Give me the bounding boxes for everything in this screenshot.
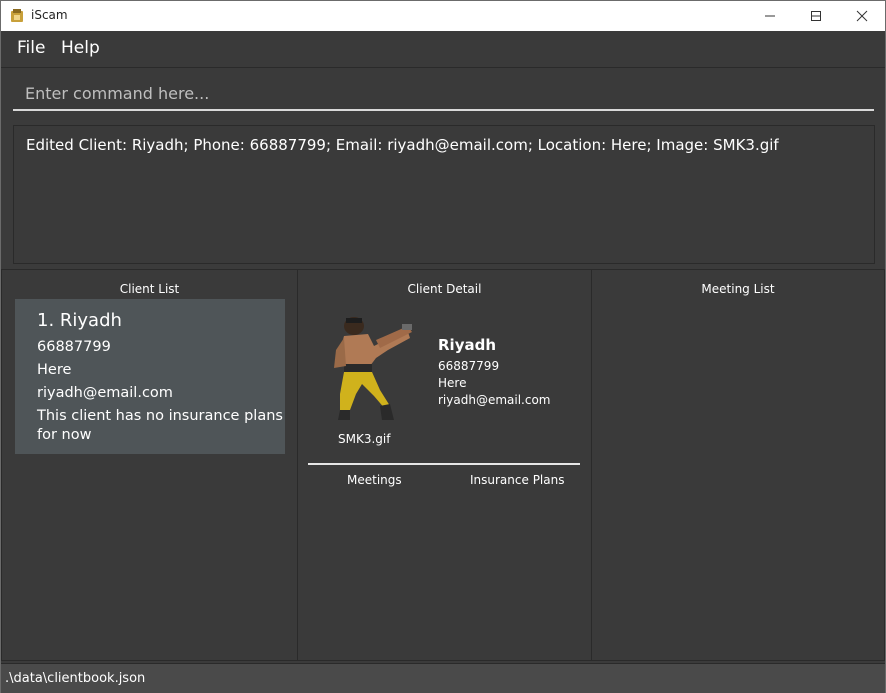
title-bar[interactable]: iScam [1, 1, 885, 31]
result-display: Edited Client: Riyadh; Phone: 66887799; … [13, 125, 875, 264]
command-area [1, 68, 885, 120]
menu-file[interactable]: File [17, 38, 45, 58]
client-list-title: Client List [119, 282, 180, 296]
close-icon [856, 10, 868, 22]
tab-insurance-plans[interactable]: Insurance Plans [470, 473, 564, 487]
menu-bar: File Help [1, 31, 885, 68]
window-title: iScam [31, 8, 68, 22]
client-detail-location: Here [438, 376, 467, 390]
close-button[interactable] [839, 1, 885, 31]
client-card-location: Here [37, 362, 72, 378]
detail-divider [308, 463, 580, 465]
client-card-plans: This client has no insurance plans [37, 408, 283, 424]
client-detail-email: riyadh@email.com [438, 393, 551, 407]
client-list-panel: Client List 1. Riyadh 66887799 Here riya… [1, 269, 298, 661]
client-detail-title: Client Detail [407, 282, 482, 296]
result-message: Edited Client: Riyadh; Phone: 66887799; … [26, 136, 779, 154]
client-card-plans-cont: for now [37, 427, 92, 443]
client-card-email: riyadh@email.com [37, 385, 173, 401]
app-window: iScam File Help Edited Client: Riyadh; P… [0, 0, 886, 693]
client-detail-name: Riyadh [438, 336, 497, 354]
client-detail-panel: Client Detail SMK3.gif Riyadh 66887799 H… [297, 269, 592, 661]
command-input[interactable] [13, 77, 874, 111]
meeting-list-title: Meeting List [701, 282, 775, 296]
status-bar: .\data\clientbook.json [1, 663, 885, 693]
panels: Client List 1. Riyadh 66887799 Here riya… [1, 269, 885, 661]
client-avatar-image [334, 317, 412, 420]
client-card-name: 1. Riyadh [37, 310, 122, 331]
status-file-path: .\data\clientbook.json [5, 671, 146, 686]
client-card[interactable]: 1. Riyadh 66887799 Here riyadh@email.com… [15, 299, 285, 454]
tab-meetings[interactable]: Meetings [347, 473, 402, 487]
minimize-button-area[interactable] [747, 1, 793, 31]
menu-help[interactable]: Help [61, 38, 100, 58]
meeting-list-panel: Meeting List [591, 269, 885, 661]
minimize-dash-icon [765, 15, 775, 17]
client-detail-phone: 66887799 [438, 359, 500, 373]
client-image-caption: SMK3.gif [338, 432, 391, 446]
maximize-icon [811, 11, 821, 21]
maximize-button[interactable] [793, 1, 839, 31]
client-card-phone: 66887799 [37, 339, 111, 355]
app-logo-icon [11, 9, 23, 22]
